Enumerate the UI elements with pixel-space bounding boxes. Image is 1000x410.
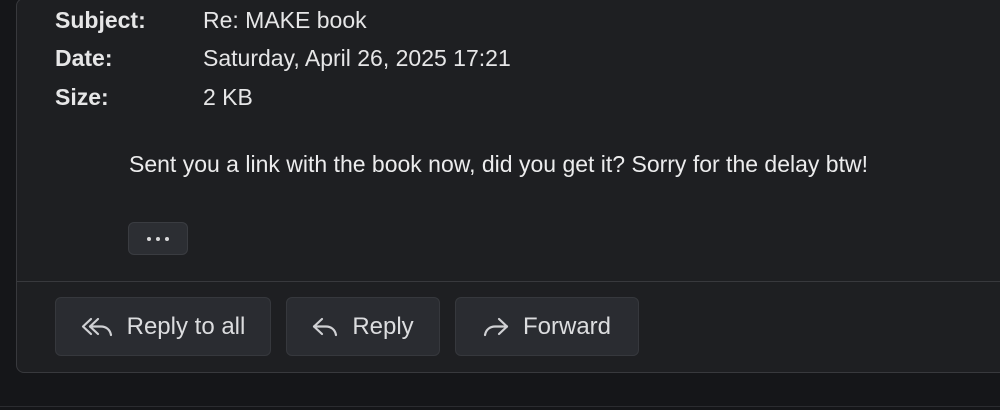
size-value: 2 KB bbox=[203, 83, 253, 110]
size-row: Size: 2 KB bbox=[55, 82, 253, 112]
window-bottom-border bbox=[0, 406, 1000, 407]
reply-to-all-button[interactable]: Reply to all bbox=[55, 297, 271, 356]
subject-value: Re: MAKE book bbox=[203, 6, 367, 33]
reply-icon bbox=[312, 316, 338, 338]
ellipsis-icon bbox=[147, 236, 151, 241]
window-background bbox=[0, 376, 1000, 410]
date-row: Date: Saturday, April 26, 2025 17:21 bbox=[55, 43, 511, 73]
date-label: Date: bbox=[55, 44, 113, 71]
reply-label: Reply bbox=[352, 312, 414, 340]
message-body: Sent you a link with the book now, did y… bbox=[129, 151, 868, 177]
subject-label: Subject: bbox=[55, 6, 146, 33]
size-label: Size: bbox=[55, 83, 109, 110]
reply-all-icon bbox=[81, 316, 113, 338]
forward-button[interactable]: Forward bbox=[455, 297, 639, 356]
reply-button[interactable]: Reply bbox=[286, 297, 440, 356]
reply-to-all-label: Reply to all bbox=[126, 312, 246, 340]
ellipsis-icon bbox=[165, 236, 169, 241]
ellipsis-icon bbox=[156, 236, 160, 241]
forward-icon bbox=[483, 316, 509, 338]
date-value: Saturday, April 26, 2025 17:21 bbox=[203, 44, 511, 71]
actions-divider bbox=[17, 281, 1000, 282]
show-more-button[interactable] bbox=[128, 222, 188, 255]
subject-row: Subject: Re: MAKE book bbox=[55, 5, 367, 35]
forward-label: Forward bbox=[522, 312, 612, 340]
